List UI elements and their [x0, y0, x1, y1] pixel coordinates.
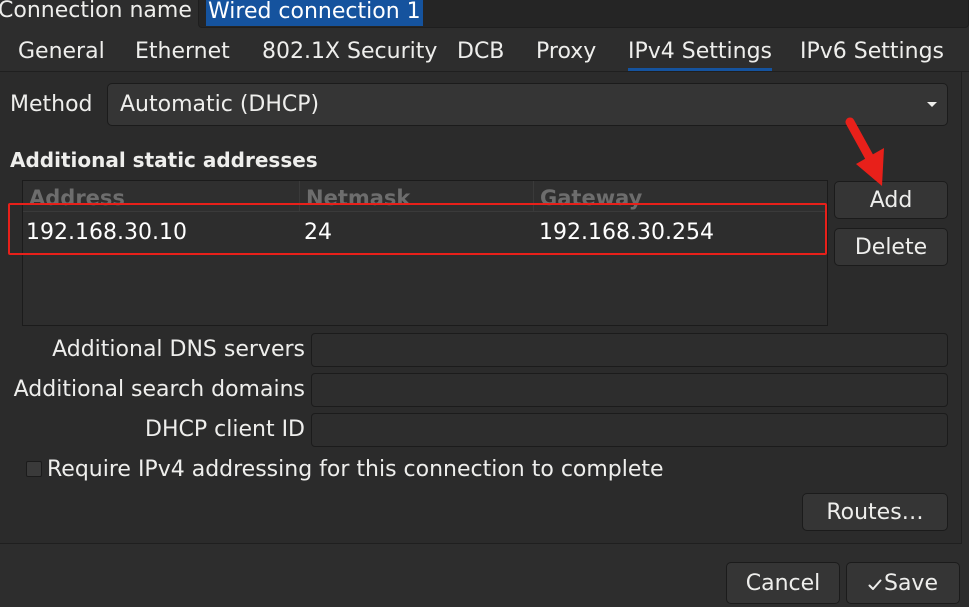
cancel-button[interactable]: Cancel — [726, 562, 840, 604]
search-domains-field[interactable] — [311, 373, 948, 407]
tab-ethernet[interactable]: Ethernet — [135, 30, 230, 72]
require-ipv4-label[interactable]: Require IPv4 addressing for this connect… — [47, 453, 664, 487]
tab-dcb[interactable]: DCB — [457, 30, 504, 72]
cell-netmask[interactable]: 24 — [301, 215, 332, 251]
delete-button[interactable]: Delete — [834, 228, 948, 266]
dhcp-client-id-label: DHCP client ID — [145, 417, 305, 442]
tab-proxy[interactable]: Proxy — [536, 30, 596, 72]
connection-name-value: Wired connection 1 — [206, 0, 423, 26]
cell-gateway[interactable]: 192.168.30.254 — [536, 215, 714, 251]
routes-button[interactable]: Routes… — [802, 493, 948, 531]
delete-button-label: Delete — [854, 235, 928, 260]
require-ipv4-checkbox[interactable] — [26, 461, 42, 477]
check-icon — [868, 579, 882, 590]
dns-servers-field[interactable] — [311, 333, 948, 367]
tab-bar: General Ethernet 802.1X Security DCB Pro… — [0, 30, 969, 72]
add-button[interactable]: Add — [834, 181, 948, 219]
addresses-table: Address Netmask Gateway 192.168.30.10 24… — [22, 180, 828, 326]
cancel-button-label: Cancel — [745, 571, 821, 596]
dhcp-client-id-field[interactable] — [311, 413, 948, 447]
column-header-netmask[interactable]: Netmask — [300, 181, 534, 212]
static-addresses-title: Additional static addresses — [10, 148, 318, 172]
add-button-label: Add — [869, 188, 913, 213]
column-header-gateway[interactable]: Gateway — [534, 181, 827, 212]
save-button[interactable]: Save — [846, 562, 960, 604]
cell-address[interactable]: 192.168.30.10 — [23, 215, 187, 251]
save-button-content: Save — [847, 563, 959, 605]
table-header: Address Netmask Gateway — [23, 181, 827, 212]
dropdown-arrow-icon — [927, 102, 937, 107]
tab-8021x-security[interactable]: 802.1X Security — [262, 30, 437, 72]
method-dropdown[interactable]: Automatic (DHCP) — [107, 83, 948, 126]
table-row[interactable]: 192.168.30.10 24 192.168.30.254 — [23, 215, 827, 251]
tab-ipv4-settings[interactable]: IPv4 Settings — [628, 30, 772, 72]
tab-general[interactable]: General — [18, 30, 105, 72]
column-header-address[interactable]: Address — [23, 181, 300, 212]
tab-ipv6-settings[interactable]: IPv6 Settings — [800, 30, 944, 72]
routes-button-label: Routes… — [826, 500, 924, 525]
method-value: Automatic (DHCP) — [120, 92, 320, 117]
dns-servers-label: Additional DNS servers — [52, 337, 305, 362]
save-button-label: Save — [883, 571, 938, 596]
connection-name-label: Connection name — [0, 0, 192, 23]
connection-name-field[interactable]: Wired connection 1 — [198, 0, 969, 28]
method-label: Method — [10, 92, 93, 117]
search-domains-label: Additional search domains — [13, 377, 305, 402]
